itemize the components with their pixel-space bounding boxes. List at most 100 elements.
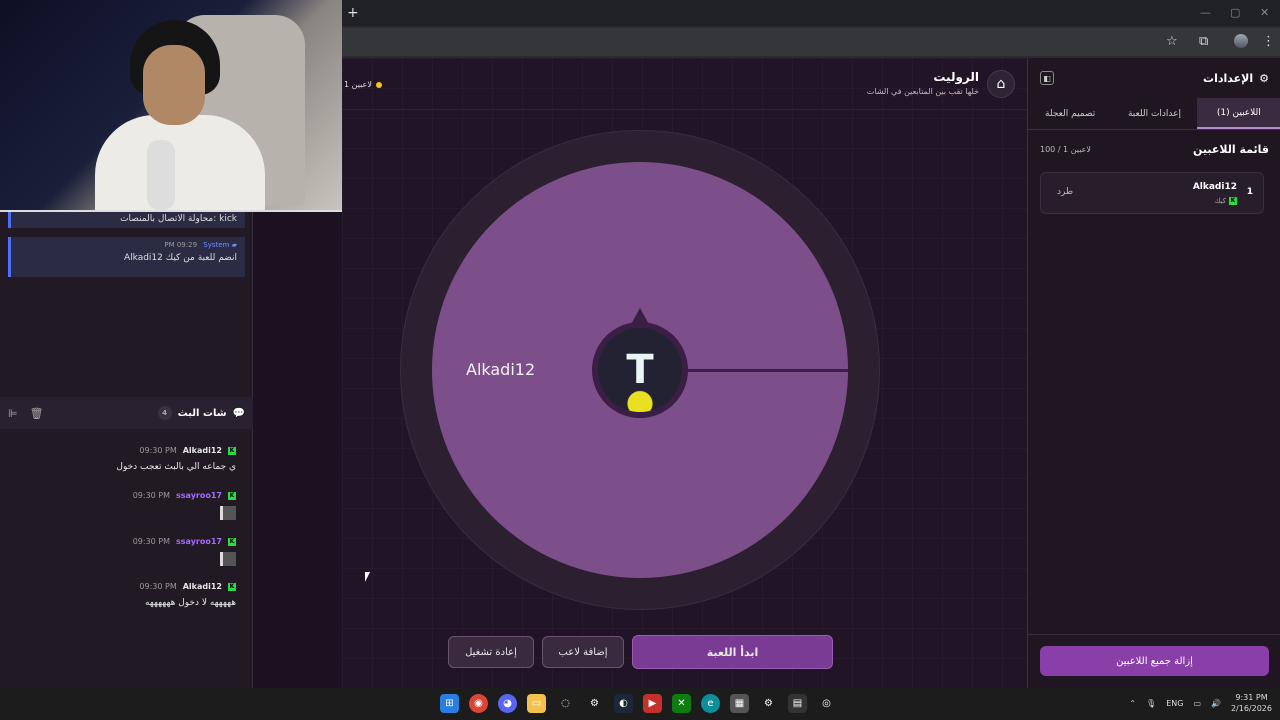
chat-user: Alkadi12 bbox=[182, 446, 222, 455]
store-icon[interactable]: ▦ bbox=[730, 694, 749, 713]
new-tab-button[interactable]: + bbox=[347, 5, 359, 21]
globe-icon[interactable]: ◎ bbox=[817, 694, 836, 713]
windows-start-icon[interactable]: ⊞ bbox=[440, 694, 459, 713]
kick-icon: K bbox=[228, 446, 236, 455]
players-list-title: قائمة اللاعبين bbox=[1193, 143, 1269, 156]
settings-footer-divider bbox=[1028, 634, 1280, 635]
chat-emote-row bbox=[133, 500, 236, 524]
chat-message: 09:30 PM ssayroo17 K bbox=[133, 491, 236, 524]
collapse-panel-icon[interactable]: ◧ bbox=[1040, 71, 1054, 85]
hub-logo: T bbox=[598, 328, 682, 412]
webcam-body bbox=[95, 115, 265, 210]
network-icon[interactable]: ▭ bbox=[1193, 699, 1201, 708]
obs-icon[interactable]: ◌ bbox=[556, 694, 575, 713]
tab-wheel-design[interactable]: تصميم العجلة bbox=[1028, 98, 1112, 129]
align-icon[interactable]: ⊫ bbox=[8, 407, 18, 420]
tab-players[interactable]: اللاعبين (1) bbox=[1196, 98, 1280, 129]
system-message: PM 09:29 System ▰ Alkadi12 انضم للعبة من… bbox=[8, 237, 245, 277]
volume-icon[interactable]: 🔊 bbox=[1211, 699, 1221, 708]
close-button[interactable]: ✕ bbox=[1260, 6, 1269, 19]
home-icon: ⌂ bbox=[996, 76, 1006, 92]
kick-icon: K bbox=[228, 491, 236, 500]
settings-header: ◧ الإعدادات ⚙ bbox=[1028, 58, 1280, 98]
clock[interactable]: 9:31 PM 2/16/2026 bbox=[1231, 692, 1272, 714]
chat-time: 09:30 PM bbox=[139, 446, 177, 455]
mouse-cursor bbox=[365, 572, 370, 582]
system-message-meta: PM 09:29 System ▰ bbox=[19, 241, 237, 249]
remove-all-players-button[interactable]: إزالة جميع اللاعبين bbox=[1040, 646, 1269, 676]
clock-time: 9:31 PM bbox=[1235, 693, 1268, 702]
chat-emote-row bbox=[133, 546, 236, 570]
steelseries-icon[interactable]: ⚙ bbox=[585, 694, 604, 713]
emote-image bbox=[220, 552, 236, 566]
microphone bbox=[147, 140, 175, 210]
player-platform-text: كيك bbox=[1214, 197, 1226, 205]
chat-bubble-icon: ▰ bbox=[231, 241, 237, 249]
settings-app-icon[interactable]: ⚙ bbox=[759, 694, 778, 713]
profile-avatar[interactable] bbox=[1234, 34, 1248, 48]
media-player-icon[interactable]: ▶ bbox=[643, 694, 662, 713]
game-title-block: الروليت خلها تقب بين المتابعين في الشات bbox=[867, 70, 979, 96]
chat-tools: ⊫ 🗑 bbox=[8, 407, 44, 420]
microphone-icon[interactable]: 🎙 bbox=[1146, 699, 1156, 708]
emote-image bbox=[220, 506, 236, 520]
xbox-icon[interactable]: ✕ bbox=[672, 694, 691, 713]
player-count: 1 لاعبين bbox=[344, 80, 382, 89]
chat-message-header: 09:30 PM Alkadi12 K bbox=[116, 446, 236, 455]
wheel-hub[interactable]: T bbox=[592, 308, 688, 418]
taskbar: ⊞ ◉ ◕ ▭ ◌ ⚙ ◐ ▶ ✕ e ▦ ⚙ ▤ ◎ ⌃ 🎙 ENG ▭ 🔊 … bbox=[0, 688, 1280, 720]
trash-icon[interactable]: 🗑 bbox=[30, 407, 44, 420]
clapper-icon[interactable]: ▤ bbox=[788, 694, 807, 713]
chat-count-badge: 4 bbox=[157, 406, 172, 420]
status-dot bbox=[375, 81, 382, 88]
tray-chevron-icon[interactable]: ⌃ bbox=[1129, 699, 1136, 708]
game-topbar: 1 لاعبين الروليت خلها تقب بين المتابعين … bbox=[342, 58, 1027, 110]
language-indicator[interactable]: ENG bbox=[1166, 699, 1183, 708]
chat-time: 09:30 PM bbox=[139, 582, 177, 591]
settings-title: الإعدادات bbox=[1203, 71, 1254, 85]
chat-message-header: 09:30 PM Alkadi12 K bbox=[139, 582, 236, 591]
player-name: Alkadi12 bbox=[1192, 182, 1237, 192]
system-message: محاولة الاتصال بالمنصات: kick bbox=[8, 212, 245, 228]
address-bar[interactable] bbox=[342, 28, 1280, 56]
extensions-icon[interactable]: ⧉ bbox=[1199, 34, 1208, 49]
discord-icon[interactable]: ◕ bbox=[498, 694, 517, 713]
add-player-button[interactable]: إضافة لاعب bbox=[542, 636, 624, 668]
chat-time: 09:30 PM bbox=[132, 537, 171, 546]
chat-user: ssayroo17 bbox=[176, 491, 222, 500]
tab-game-settings[interactable]: إعدادات اللعبة bbox=[1112, 98, 1196, 129]
start-game-button[interactable]: ابدأ اللعبة bbox=[632, 635, 833, 669]
edge-icon[interactable]: e bbox=[701, 694, 720, 713]
players-list-header: 100 / 1 لاعبين قائمة اللاعبين bbox=[1040, 143, 1269, 156]
left-panel: محاولة الاتصال بالمنصات: kick PM 09:29 S… bbox=[0, 212, 253, 688]
chat-message: 09:30 PM Alkadi12 K ي جماعه الي بالبث تعجب… bbox=[116, 446, 236, 472]
chat-icon: 💬 bbox=[232, 407, 245, 419]
game-area: 1 لاعبين الروليت خلها تقب بين المتابعين … bbox=[342, 58, 1027, 688]
chat-message-header: 09:30 PM ssayroo17 K bbox=[133, 537, 236, 546]
webcam-face bbox=[143, 45, 205, 125]
file-explorer-icon[interactable]: ▭ bbox=[527, 694, 546, 713]
menu-icon[interactable]: ⋮ bbox=[1262, 34, 1275, 49]
system-tray: ⌃ 🎙 ENG ▭ 🔊 9:31 PM 2/16/2026 bbox=[1129, 692, 1272, 714]
chat-title: شات البث bbox=[177, 407, 227, 419]
home-button[interactable]: ⌂ bbox=[987, 70, 1015, 98]
wheel-segment-label: Alkadi12 bbox=[466, 360, 536, 379]
kick-player-button[interactable]: طرد bbox=[1057, 187, 1073, 197]
webcam-overlay bbox=[0, 0, 342, 212]
steam-icon[interactable]: ◐ bbox=[614, 694, 633, 713]
bookmark-star-icon[interactable]: ☆ bbox=[1166, 34, 1178, 49]
chrome-icon[interactable]: ◉ bbox=[469, 694, 488, 713]
minimize-button[interactable]: — bbox=[1200, 6, 1211, 19]
kick-icon: K bbox=[1229, 197, 1237, 205]
game-subtitle: خلها تقب بين المتابعين في الشات bbox=[866, 87, 979, 96]
settings-tabs: اللاعبين (1) إعدادات اللعبة تصميم العجلة bbox=[1028, 98, 1280, 130]
gear-icon: ⚙ bbox=[1259, 71, 1269, 85]
players-count: 100 / 1 لاعبين bbox=[1040, 145, 1091, 154]
maximize-button[interactable]: ▢ bbox=[1230, 6, 1240, 19]
system-message-text: محاولة الاتصال بالمنصات: kick bbox=[120, 214, 237, 224]
kick-icon: K bbox=[228, 582, 236, 591]
chat-message-header: 09:30 PM ssayroo17 K bbox=[133, 491, 236, 500]
restart-button[interactable]: إعادة تشغيل bbox=[448, 636, 534, 668]
settings-title-group: الإعدادات ⚙ bbox=[1203, 72, 1269, 85]
chat-message: 09:30 PM ssayroo17 K bbox=[133, 537, 236, 570]
